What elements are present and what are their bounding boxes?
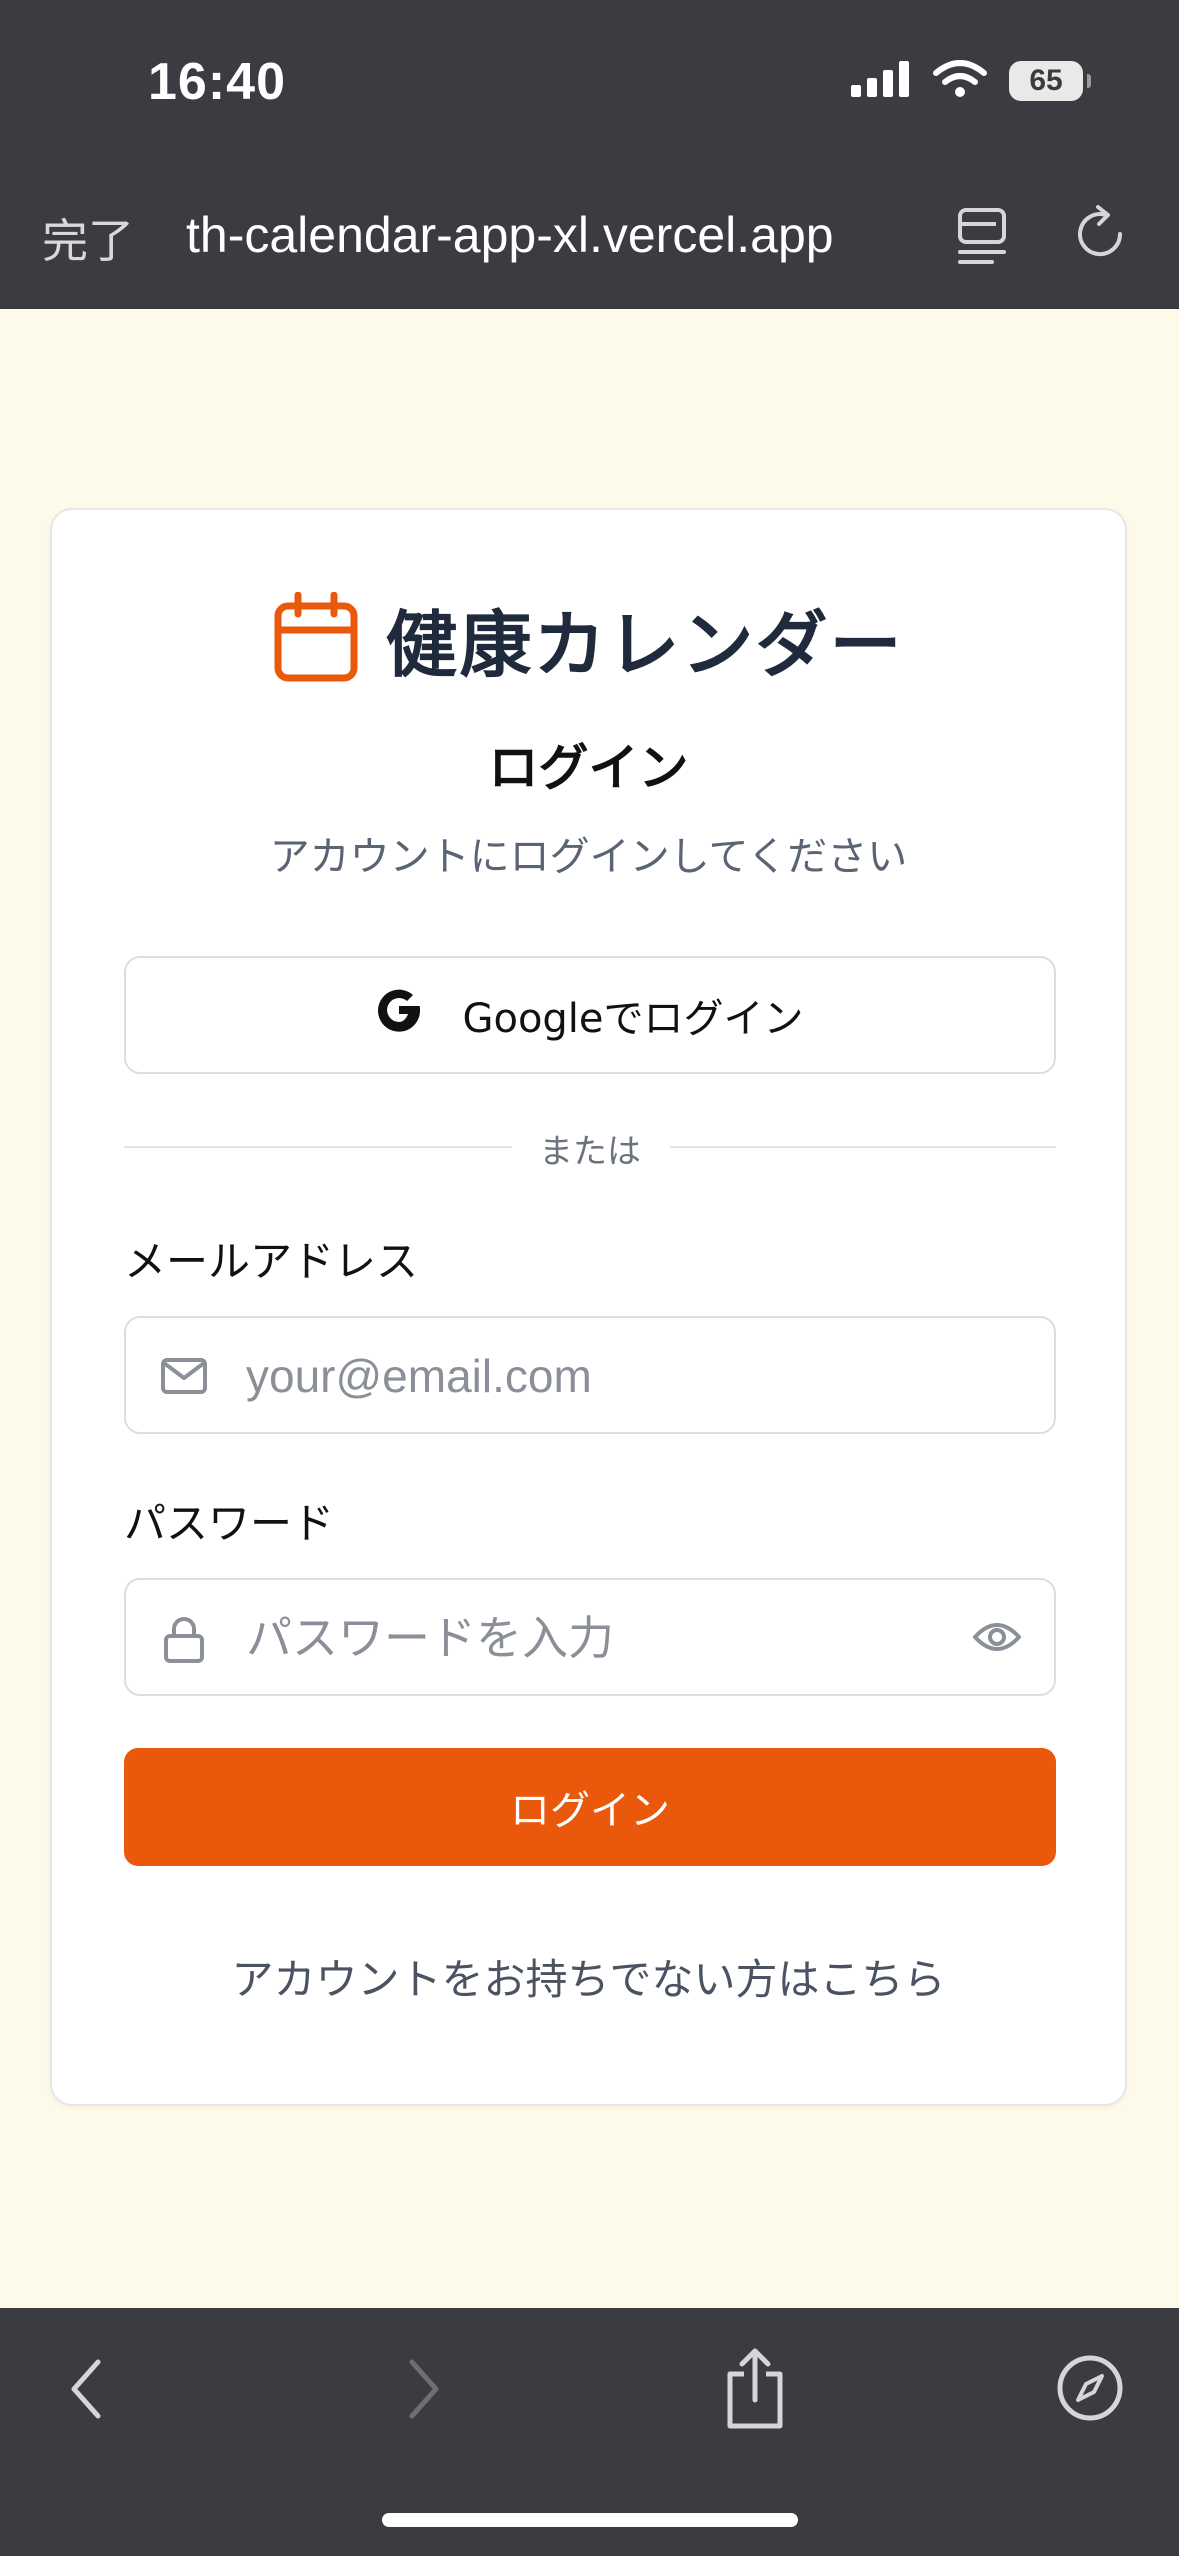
password-field-container <box>124 1578 1056 1696</box>
url-field[interactable]: th-calendar-app-xl.vercel.app <box>186 206 834 264</box>
google-login-button[interactable]: Googleでログイン <box>124 956 1056 1074</box>
signup-link[interactable]: アカウントをお持ちでない方はこちら <box>52 1946 1125 2007</box>
google-login-label: Googleでログイン <box>462 996 804 1042</box>
battery-indicator: 65 <box>1009 61 1091 101</box>
brand: 健康カレンダー <box>52 586 1125 691</box>
eye-icon[interactable] <box>972 1616 1022 1662</box>
page-title: ログイン <box>488 739 689 797</box>
login-button[interactable]: ログイン <box>124 1748 1056 1866</box>
status-time: 16:40 <box>148 53 286 111</box>
status-bar: 16:40 65 <box>0 0 1179 170</box>
mail-icon <box>160 1355 208 1401</box>
status-icons: 65 <box>851 60 1091 102</box>
wifi-icon <box>933 60 987 102</box>
reader-icon[interactable] <box>952 204 1014 272</box>
signal-icon <box>851 61 911 101</box>
google-icon <box>376 987 422 1043</box>
calendar-icon <box>273 591 359 686</box>
home-indicator <box>382 2513 798 2527</box>
email-field[interactable] <box>246 1338 946 1414</box>
app-title: 健康カレンダー <box>385 603 904 687</box>
done-button[interactable]: 完了 <box>42 205 134 271</box>
share-icon[interactable] <box>722 2346 788 2436</box>
login-card: 健康カレンダー ログイン アカウントにログインしてください Googleでログイ… <box>50 508 1127 2106</box>
browser-toolbar: 完了 th-calendar-app-xl.vercel.app <box>0 170 1179 309</box>
page-subtitle: アカウントにログインしてください <box>269 834 908 880</box>
email-label: メールアドレス <box>124 1237 419 1286</box>
reload-icon[interactable] <box>1072 202 1132 270</box>
divider: または <box>124 1122 1056 1172</box>
divider-text: または <box>539 1132 641 1172</box>
compass-icon[interactable] <box>1056 2354 1124 2426</box>
forward-icon[interactable] <box>404 2354 444 2428</box>
password-field[interactable] <box>246 1600 946 1676</box>
back-icon[interactable] <box>66 2354 106 2428</box>
email-field-container <box>124 1316 1056 1434</box>
password-label: パスワード <box>124 1499 335 1548</box>
lock-icon <box>160 1617 208 1667</box>
